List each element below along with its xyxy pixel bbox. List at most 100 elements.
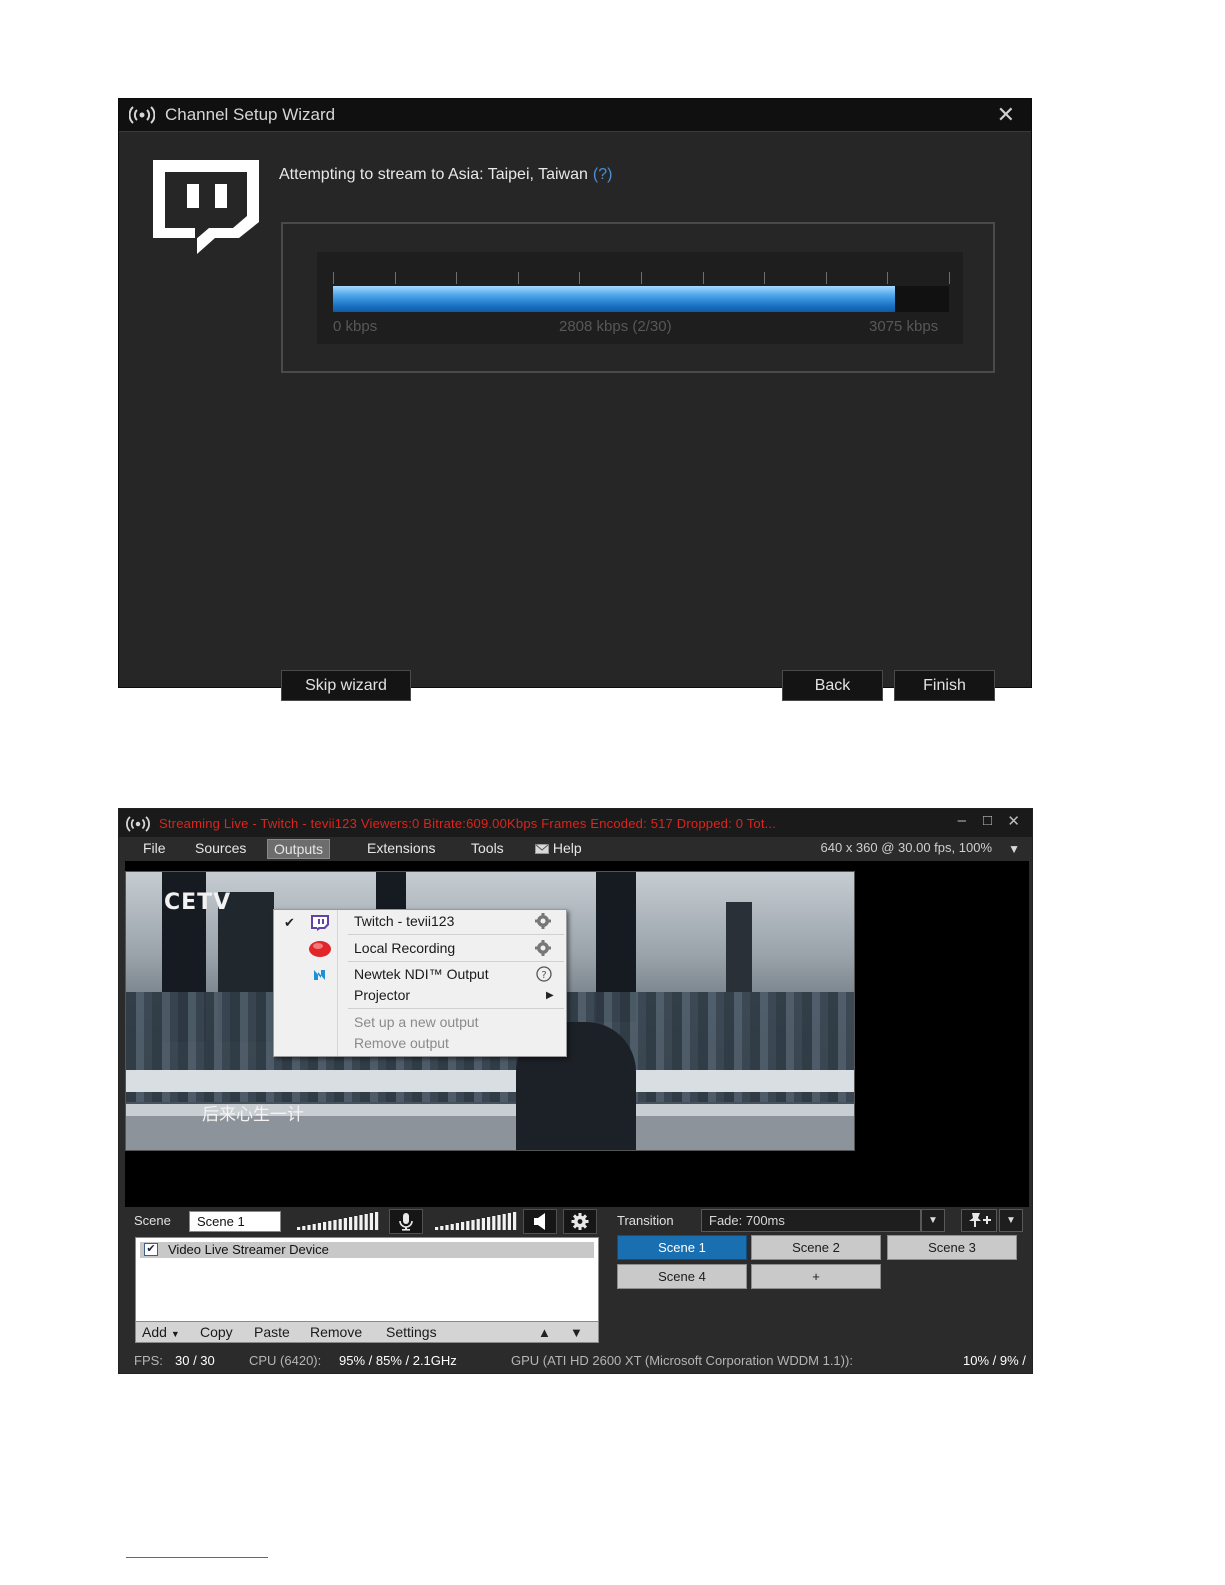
meter-tick — [887, 272, 888, 284]
minimize-icon[interactable]: – — [958, 812, 966, 829]
help-icon[interactable]: ? — [534, 966, 554, 982]
ndi-icon — [314, 970, 325, 980]
stream-status: Streaming Live - Twitch - tevii123 Viewe… — [159, 816, 777, 831]
source-row[interactable]: ✔ Video Live Streamer Device — [140, 1242, 594, 1258]
scene-name-field[interactable]: Scene 1 — [189, 1211, 281, 1232]
copy-button[interactable]: Copy — [200, 1324, 233, 1340]
add-scene-button[interactable]: + — [751, 1264, 881, 1289]
chevron-down-icon[interactable]: ▼ — [1008, 842, 1020, 856]
menu-tools[interactable]: Tools — [471, 839, 504, 859]
source-list: ✔ Video Live Streamer Device — [135, 1237, 599, 1325]
source-toolbar: Add ▼ Copy Paste Remove Settings ▲ ▼ — [135, 1321, 599, 1343]
microphone-icon — [399, 1213, 413, 1231]
cpu-value: 95% / 85% / 2.1GHz — [339, 1353, 457, 1368]
caret-down-icon: ▼ — [170, 1329, 180, 1339]
menu-help[interactable]: Help — [535, 839, 582, 859]
source-visibility-checkbox[interactable]: ✔ — [144, 1243, 158, 1256]
scene-button-1[interactable]: Scene 1 — [617, 1235, 747, 1260]
wizard-titlebar: Channel Setup Wizard ✕ — [119, 99, 1031, 131]
volume-bar — [440, 1226, 444, 1230]
help-link[interactable]: (?) — [593, 166, 613, 183]
checkmark-icon: ✔ — [284, 915, 295, 930]
window-titlebar: Streaming Live - Twitch - tevii123 Viewe… — [119, 809, 1032, 837]
chevron-down-icon[interactable]: ▼ — [921, 1209, 945, 1232]
menu-separator — [348, 934, 564, 935]
twitch-logo-icon — [153, 160, 259, 254]
volume-bar — [461, 1222, 465, 1230]
channel-logo: CETV — [164, 890, 232, 915]
scene-button-4[interactable]: Scene 4 — [617, 1264, 747, 1289]
menu-extensions[interactable]: Extensions — [367, 839, 435, 859]
attempt-text: Attempting to stream to Asia: Taipei, Ta… — [279, 166, 588, 183]
speaker-button[interactable] — [523, 1209, 557, 1234]
transition-select[interactable]: Fade: 700ms — [701, 1209, 921, 1232]
cpu-label: CPU (6420): — [249, 1353, 322, 1368]
menu-bar: File Sources Outputs Extensions Tools He… — [119, 837, 1032, 859]
move-down-icon[interactable]: ▼ — [570, 1325, 583, 1340]
speaker-volume-meter[interactable] — [431, 1211, 523, 1231]
settings-button[interactable] — [563, 1209, 597, 1234]
volume-bar — [476, 1219, 480, 1230]
menu-outputs[interactable]: Outputs — [267, 839, 331, 859]
status-bar: FPS: 30 / 30 CPU (6420): 95% / 85% / 2.1… — [119, 1349, 1032, 1373]
source-settings-button[interactable]: Settings — [386, 1324, 437, 1340]
menu-help-label: Help — [552, 840, 582, 856]
finish-button[interactable]: Finish — [894, 670, 995, 701]
close-icon[interactable]: ✕ — [997, 102, 1015, 128]
add-transition-button[interactable] — [961, 1209, 997, 1232]
scene-button-3[interactable]: Scene 3 — [887, 1235, 1017, 1260]
meter-track — [333, 286, 949, 312]
volume-bar — [328, 1221, 332, 1230]
bandwidth-meter-frame: 0 kbps 2808 kbps (2/30) 3075 kbps — [281, 222, 995, 373]
volume-bar — [354, 1216, 358, 1230]
output-newtek-ndi[interactable]: Newtek NDI™ Output — [354, 966, 489, 982]
skip-wizard-button[interactable]: Skip wizard — [281, 670, 411, 701]
volume-bar — [307, 1225, 311, 1230]
channel-setup-wizard: Channel Setup Wizard ✕ Attempting to str… — [118, 98, 1032, 701]
add-source-button[interactable]: Add ▼ — [142, 1324, 180, 1340]
scene-label: Scene — [134, 1213, 171, 1228]
volume-bar — [333, 1220, 337, 1230]
volume-bar — [497, 1215, 501, 1230]
meter-tick — [949, 272, 950, 284]
remove-button[interactable]: Remove — [310, 1324, 362, 1340]
volume-bar — [435, 1227, 439, 1230]
output-twitch[interactable]: Twitch - tevii123 — [354, 913, 454, 929]
setup-new-output: Set up a new output — [354, 1014, 479, 1030]
wizard-title: Channel Setup Wizard — [165, 105, 336, 124]
menu-file[interactable]: File — [143, 839, 166, 859]
menu-sources[interactable]: Sources — [195, 839, 246, 859]
mail-icon — [535, 844, 549, 854]
meter-tick — [333, 272, 334, 284]
maximize-icon[interactable]: □ — [983, 812, 992, 829]
meter-tick — [703, 272, 704, 284]
microphone-button[interactable] — [389, 1209, 423, 1234]
footer-rule — [126, 1557, 268, 1558]
back-button[interactable]: Back — [782, 670, 883, 701]
chevron-down-icon[interactable]: ▼ — [999, 1209, 1023, 1232]
volume-bar — [487, 1217, 491, 1230]
gear-icon — [571, 1213, 589, 1230]
fps-label: FPS: — [134, 1353, 163, 1368]
output-projector[interactable]: Projector — [354, 987, 410, 1003]
gear-icon[interactable] — [532, 940, 554, 956]
meter-mid-label: 2808 kbps (2/30) — [559, 318, 672, 335]
volume-bar — [375, 1212, 379, 1230]
output-local-recording[interactable]: Local Recording — [354, 940, 455, 956]
source-name: Video Live Streamer Device — [168, 1242, 329, 1257]
paste-button[interactable]: Paste — [254, 1324, 290, 1340]
broadcaster-window: Streaming Live - Twitch - tevii123 Viewe… — [118, 808, 1033, 1374]
transition-label: Transition — [617, 1213, 674, 1228]
meter-fill — [333, 286, 896, 312]
close-icon[interactable]: ✕ — [1007, 812, 1020, 830]
volume-bar — [471, 1220, 475, 1230]
wizard-body: Attempting to stream to Asia: Taipei, Ta… — [119, 131, 1031, 701]
volume-bar — [364, 1214, 368, 1230]
volume-bar — [369, 1213, 373, 1230]
scene-button-2[interactable]: Scene 2 — [751, 1235, 881, 1260]
move-up-icon[interactable]: ▲ — [538, 1325, 551, 1340]
gear-icon[interactable] — [532, 913, 554, 929]
mic-volume-meter[interactable] — [293, 1211, 385, 1231]
meter-tick — [641, 272, 642, 284]
record-icon — [309, 941, 331, 957]
